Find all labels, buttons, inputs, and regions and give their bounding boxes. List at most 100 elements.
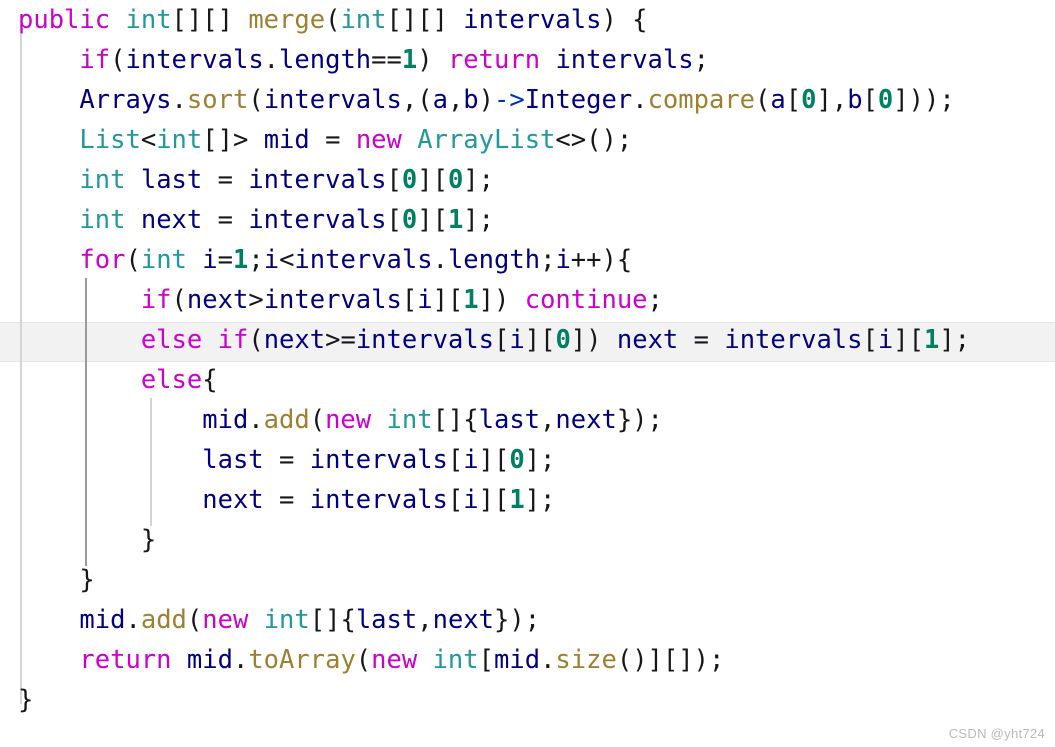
code-line: } <box>0 520 970 560</box>
code-token: 0 <box>401 205 418 235</box>
code-token: 0 <box>877 85 894 115</box>
code-token: ; <box>248 245 264 275</box>
code-token: intervals <box>309 485 448 515</box>
code-token: ][ <box>893 325 924 355</box>
code-token: 0 <box>801 85 817 115</box>
code-token: [ <box>862 325 878 355</box>
code-token: . <box>540 645 556 675</box>
code-token: sort <box>186 85 249 115</box>
code-token: . <box>171 85 187 115</box>
code-token: new <box>325 405 372 435</box>
code-token: intervals <box>125 45 264 75</box>
code-token: ( <box>755 85 771 115</box>
code-token: == <box>371 45 402 75</box>
code-token: 0 <box>401 165 418 195</box>
code-token: intervals <box>263 85 402 115</box>
code-token: intervals <box>463 5 602 35</box>
watermark-label: CSDN @yht724 <box>948 726 1045 741</box>
code-token: ], <box>816 85 848 115</box>
code-token: i <box>463 485 479 515</box>
code-token: ( <box>248 325 264 355</box>
code-token: return <box>447 45 541 75</box>
code-token: 0 <box>447 165 464 195</box>
source-code[interactable]: public int[][] merge(int[][] intervals) … <box>0 0 970 720</box>
code-token: ]; <box>939 325 971 355</box>
code-token: { <box>202 365 218 395</box>
code-token: ) { <box>601 5 648 35</box>
code-token: next <box>555 405 617 435</box>
code-token: intervals <box>355 325 494 355</box>
code-line: next = intervals[i][1]; <box>0 480 970 520</box>
code-token: [ <box>386 205 402 235</box>
code-token: next <box>140 205 203 235</box>
code-token: ][ <box>478 445 510 475</box>
code-token: [ <box>401 285 418 315</box>
code-token: Arrays <box>79 85 172 115</box>
code-token: ; <box>693 45 709 75</box>
code-token: [][] <box>171 5 249 35</box>
code-token: next <box>432 605 495 635</box>
code-line: if(intervals.length==1) return intervals… <box>0 40 970 80</box>
code-token: ][ <box>432 285 464 315</box>
code-token: toArray <box>248 645 356 675</box>
code-line: if(next>intervals[i][1]) continue; <box>0 280 970 320</box>
code-token: b <box>847 85 863 115</box>
code-token: [ <box>447 445 464 475</box>
code-token: int <box>340 5 387 35</box>
code-token: int <box>79 205 126 235</box>
code-line: return mid.toArray(new int[mid.size()][]… <box>0 640 970 680</box>
code-line: } <box>0 560 970 600</box>
code-token: < <box>140 125 157 155</box>
code-token: < <box>279 245 295 275</box>
code-editor[interactable]: public int[][] merge(int[][] intervals) … <box>0 0 1055 747</box>
code-token: next <box>202 485 264 515</box>
code-token: else <box>140 325 203 355</box>
code-token: i <box>463 445 479 475</box>
code-token: length <box>447 245 541 275</box>
code-token: []{ <box>309 605 356 635</box>
code-token: a <box>432 85 448 115</box>
code-token: intervals <box>248 205 387 235</box>
code-token: new <box>371 645 418 675</box>
code-token: 1 <box>463 285 479 315</box>
code-token: ]; <box>524 485 556 515</box>
code-token: new <box>355 125 402 155</box>
code-token: i <box>202 245 218 275</box>
code-token: . <box>232 645 249 675</box>
code-token: last <box>355 605 418 635</box>
code-token: , <box>540 405 556 435</box>
code-token: int <box>125 5 172 35</box>
code-token: return <box>79 645 172 675</box>
code-token: next <box>186 285 249 315</box>
code-token: = <box>263 445 310 475</box>
code-token: } <box>18 685 34 715</box>
code-token: add <box>140 605 187 635</box>
code-token: = <box>202 165 249 195</box>
code-token: ( <box>125 245 141 275</box>
code-token: add <box>263 405 310 435</box>
code-token: size <box>555 645 617 675</box>
code-token: [][] <box>386 5 464 35</box>
code-token: mid <box>494 645 541 675</box>
code-token: ]) <box>478 285 525 315</box>
code-token: ArrayList <box>417 125 556 155</box>
code-token: compare <box>647 85 756 115</box>
code-token: []> <box>202 125 264 155</box>
code-token: ) <box>417 45 448 75</box>
code-token: last <box>202 445 264 475</box>
code-token: ][ <box>417 205 448 235</box>
